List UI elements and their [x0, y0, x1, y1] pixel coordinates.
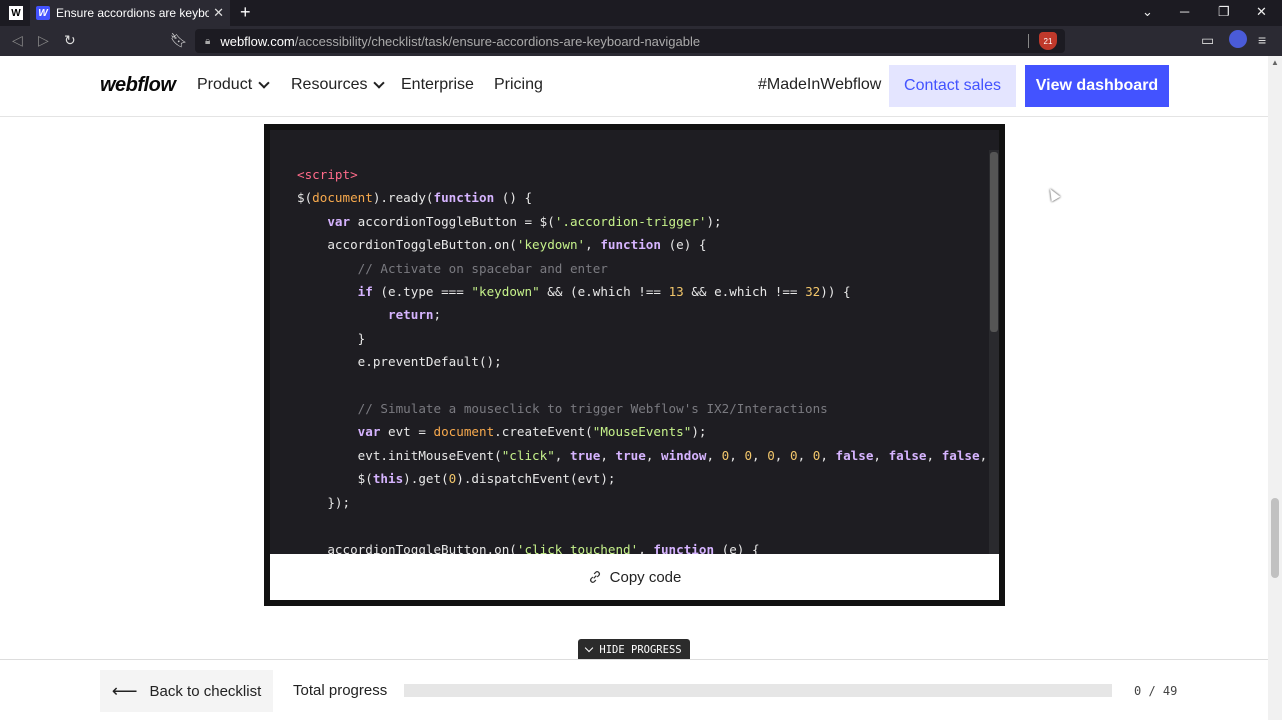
code-line: e.preventDefault();: [297, 354, 502, 370]
code-line: }: [297, 330, 366, 346]
scroll-up-icon[interactable]: ▲: [1271, 58, 1279, 67]
back-to-checklist-label: Back to checklist: [149, 682, 262, 700]
chevron-down-icon: [373, 77, 386, 89]
link-icon: [589, 571, 600, 583]
nav-product-label: Product: [197, 76, 253, 93]
code-line: if (e.type === "keydown" && (e.which !==…: [357, 284, 851, 300]
code-line: // Simulate a mouseclick to trigger Webf…: [357, 401, 828, 417]
webflow-favicon-icon: W: [36, 6, 50, 20]
nav-resources-label: Resources: [291, 76, 368, 93]
arrow-left-icon: ⟵: [111, 680, 138, 701]
back-icon[interactable]: ◁: [12, 32, 23, 49]
new-tab-icon[interactable]: +: [240, 2, 251, 23]
chevron-down-icon: [258, 77, 270, 89]
progress-count: 0 / 49: [1134, 684, 1178, 698]
close-tab-icon[interactable]: ✕: [213, 5, 224, 21]
chevron-down-icon: [585, 643, 594, 652]
code-scrollbar[interactable]: [989, 150, 999, 554]
url-host: webflow.com: [220, 33, 295, 49]
hide-progress-label: HIDE PROGRESS: [599, 643, 682, 656]
nav-made-in-webflow[interactable]: #MadeInWebflow: [758, 76, 881, 94]
minimize-icon[interactable]: ─: [1180, 4, 1189, 19]
code-line: return;: [388, 307, 442, 323]
back-to-checklist-button[interactable]: ⟵ Back to checklist: [100, 670, 273, 712]
browser-toolbar: ◁ ▷ ↻ 🔖︎ 🔒︎ webflow.com /accessibility/c…: [0, 26, 1282, 56]
nav-resources[interactable]: Resources: [291, 76, 386, 94]
bookmark-icon[interactable]: 🔖︎: [170, 32, 188, 49]
code-line: // Activate on spacebar and enter: [357, 260, 608, 276]
lock-icon: 🔒︎: [205, 35, 211, 47]
site-navbar: webflow Product Resources Enterprise Pri…: [0, 56, 1268, 117]
view-dashboard-button[interactable]: View dashboard: [1025, 65, 1169, 107]
code-line: });: [297, 494, 351, 510]
tab-list-icon[interactable]: ⌄: [1142, 4, 1153, 20]
forward-icon[interactable]: ▷: [38, 32, 49, 49]
code-line: $(this).get(0).dispatchEvent(evt);: [297, 471, 616, 487]
url-path: /accessibility/checklist/task/ensure-acc…: [294, 33, 701, 49]
code-line: var accordionToggleButton = $('.accordio…: [327, 213, 722, 229]
code-area: <script> $(document).ready(function () {…: [270, 130, 999, 554]
nav-pricing[interactable]: Pricing: [494, 76, 543, 94]
code-line: $(document).ready(function () {: [297, 190, 533, 206]
reload-icon[interactable]: ↻: [64, 32, 76, 49]
profile-icon[interactable]: [1229, 30, 1247, 48]
code-scrollbar-thumb[interactable]: [990, 152, 998, 332]
brave-shield-icon[interactable]: 21: [1039, 32, 1057, 50]
code-content: <script> $(document).ready(function () {…: [297, 163, 987, 554]
nav-enterprise[interactable]: Enterprise: [401, 76, 474, 94]
total-progress-label: Total progress: [293, 682, 388, 699]
close-window-icon[interactable]: ✕: [1256, 4, 1267, 20]
page-scrollbar[interactable]: ▲: [1268, 56, 1282, 720]
code-line: var evt = document.createEvent("MouseEve…: [357, 424, 707, 440]
code-line: accordionToggleButton.on('click touchend…: [297, 541, 760, 555]
browser-tab-bar: W W Ensure accordions are keyboard n ✕ +…: [0, 0, 1282, 26]
contact-sales-button[interactable]: Contact sales: [889, 65, 1016, 107]
code-line: evt.initMouseEvent("click", true, true, …: [297, 447, 987, 463]
hide-progress-button[interactable]: HIDE PROGRESS: [578, 639, 690, 660]
progress-footer: ⟵ Back to checklist Total progress 0 / 4…: [0, 659, 1268, 720]
progress-track: [404, 684, 1112, 697]
copy-code-label: Copy code: [609, 568, 682, 586]
copy-code-button[interactable]: Copy code: [270, 554, 999, 600]
page-scrollbar-thumb[interactable]: [1271, 498, 1279, 578]
browser-menu-icon[interactable]: W: [9, 6, 23, 20]
nav-product[interactable]: Product: [197, 76, 270, 94]
tab-title: Ensure accordions are keyboard n: [56, 6, 210, 20]
code-line: accordionToggleButton.on('keydown', func…: [297, 237, 707, 253]
divider: [1028, 34, 1029, 48]
address-bar[interactable]: 🔒︎ webflow.com /accessibility/checklist/…: [195, 29, 1065, 53]
mouse-cursor-icon: [1045, 186, 1061, 202]
code-block: <script> $(document).ready(function () {…: [264, 124, 1005, 606]
browser-tab[interactable]: W Ensure accordions are keyboard n ✕: [30, 0, 230, 26]
webflow-logo[interactable]: webflow: [100, 74, 176, 97]
code-line: <script>: [297, 167, 358, 182]
maximize-icon[interactable]: ❐: [1218, 4, 1230, 20]
wallet-icon[interactable]: ▭: [1201, 32, 1214, 49]
hamburger-menu-icon[interactable]: ≡: [1258, 32, 1266, 48]
